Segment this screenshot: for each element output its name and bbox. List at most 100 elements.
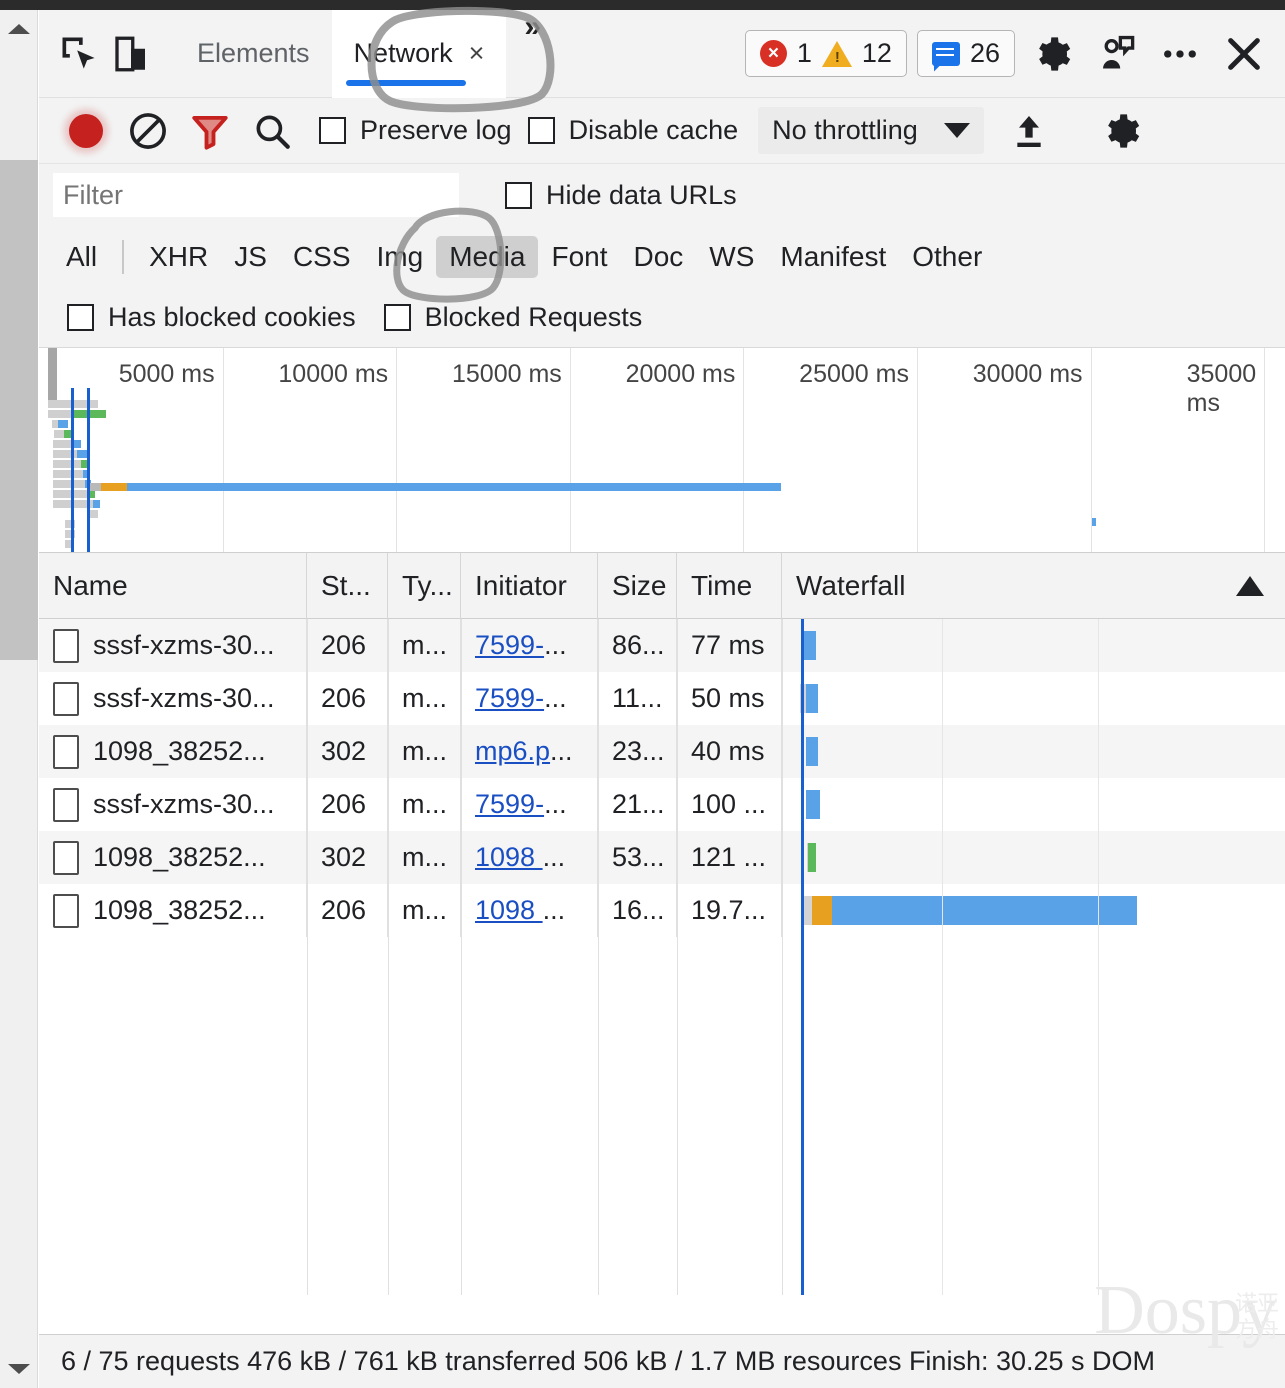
issues-badge[interactable]: × 1 12 bbox=[744, 30, 907, 77]
filter-chip-ws[interactable]: WS bbox=[696, 236, 767, 278]
import-har-icon[interactable] bbox=[998, 100, 1060, 162]
preserve-log-box[interactable] bbox=[319, 117, 346, 144]
overview-bar-segment bbox=[74, 410, 106, 418]
tab-list: Elements Network × » bbox=[175, 9, 559, 98]
overview-tick-label: 20000 ms bbox=[625, 360, 736, 388]
filter-button[interactable] bbox=[179, 100, 241, 162]
filter-chip-manifest[interactable]: Manifest bbox=[767, 236, 899, 278]
media-file-icon bbox=[53, 734, 79, 769]
initiator-link[interactable]: 7599- bbox=[475, 789, 544, 819]
network-settings-icon[interactable] bbox=[1090, 100, 1152, 162]
tab-elements-label: Elements bbox=[197, 38, 310, 68]
overview-bar-segment bbox=[53, 460, 81, 468]
blocked-requests-checkbox[interactable]: Blocked Requests bbox=[383, 302, 642, 333]
initiator-link[interactable]: 1098 bbox=[475, 842, 543, 872]
request-name: 1098_38252... bbox=[93, 736, 266, 766]
error-count: 1 bbox=[796, 38, 812, 68]
cell-size: 53... bbox=[598, 831, 677, 884]
column-header-waterfall[interactable]: Waterfall bbox=[782, 553, 1284, 619]
scroll-down-arrow-icon[interactable] bbox=[0, 1350, 38, 1388]
tab-close-icon[interactable]: × bbox=[469, 40, 485, 67]
throttling-select[interactable]: No throttling bbox=[758, 107, 984, 154]
message-count: 26 bbox=[969, 38, 1000, 68]
blocked-requests-box[interactable] bbox=[383, 304, 411, 331]
waterfall-gridline bbox=[1098, 619, 1099, 1295]
tabbar-actions: × 1 12 26 bbox=[744, 27, 1271, 81]
has-blocked-cookies-label: Has blocked cookies bbox=[108, 302, 356, 332]
filter-chip-font[interactable]: Font bbox=[538, 236, 620, 278]
filter-chip-js[interactable]: JS bbox=[221, 236, 280, 278]
waterfall-segment bbox=[812, 896, 832, 925]
disable-cache-box[interactable] bbox=[527, 117, 555, 144]
network-toolbar: Preserve log Disable cache No throttling bbox=[39, 98, 1285, 164]
column-header-initiator[interactable]: Initiator bbox=[461, 553, 598, 619]
cell-initiator: 7599-... bbox=[461, 619, 598, 672]
table-column-divider bbox=[307, 619, 308, 1295]
cell-name: sssf-xzms-30... bbox=[39, 778, 307, 831]
record-button[interactable] bbox=[55, 100, 117, 162]
cell-time: 100 ... bbox=[677, 778, 782, 831]
filter-chip-css[interactable]: CSS bbox=[280, 236, 364, 278]
media-file-icon bbox=[53, 840, 79, 875]
column-header-time[interactable]: Time bbox=[677, 553, 782, 619]
requests-table[interactable]: Name St... Ty... Initiator Size Time Wat… bbox=[39, 553, 1285, 1295]
more-tabs-icon[interactable]: » bbox=[506, 10, 559, 98]
initiator-link[interactable]: 7599- bbox=[475, 683, 544, 713]
has-blocked-cookies-box[interactable] bbox=[67, 304, 94, 331]
dom-content-loaded-marker bbox=[71, 388, 74, 552]
filter-separator bbox=[122, 240, 125, 274]
cell-size: 23... bbox=[598, 725, 677, 778]
filter-chip-img[interactable]: Img bbox=[364, 236, 437, 278]
hide-data-urls-checkbox[interactable]: Hide data URLs bbox=[505, 180, 737, 211]
overview-gridline bbox=[1264, 348, 1266, 552]
overview-bar-segment bbox=[93, 500, 100, 508]
filter-row: Hide data URLs bbox=[39, 164, 1285, 226]
hide-data-urls-box[interactable] bbox=[505, 181, 532, 209]
scroll-up-arrow-icon[interactable] bbox=[0, 10, 38, 48]
cell-initiator: 1098 ... bbox=[461, 884, 598, 937]
overview-gridline bbox=[222, 348, 224, 552]
inspect-element-icon[interactable] bbox=[53, 28, 105, 80]
gear-icon[interactable] bbox=[1025, 27, 1079, 81]
filter-chip-doc[interactable]: Doc bbox=[621, 236, 697, 278]
preserve-log-checkbox[interactable]: Preserve log bbox=[319, 115, 512, 146]
messages-badge[interactable]: 26 bbox=[916, 30, 1015, 77]
cell-type: m... bbox=[388, 672, 461, 725]
cell-status: 302 bbox=[307, 725, 388, 778]
scrollbar-thumb[interactable] bbox=[0, 160, 38, 660]
initiator-link[interactable]: 1098 bbox=[475, 895, 543, 925]
column-header-name[interactable]: Name bbox=[39, 553, 307, 619]
cell-waterfall bbox=[782, 778, 1284, 831]
user-feedback-icon[interactable] bbox=[1089, 27, 1143, 81]
cell-time: 121 ... bbox=[677, 831, 782, 884]
network-overview-timeline[interactable]: 5000 ms 10000 ms 15000 ms 20000 ms 25000 ms 3… bbox=[39, 348, 1285, 553]
cell-waterfall bbox=[782, 831, 1284, 884]
filter-chip-all[interactable]: All bbox=[53, 236, 110, 278]
browser-chrome-edge bbox=[0, 0, 1285, 10]
disable-cache-checkbox[interactable]: Disable cache bbox=[527, 115, 738, 146]
tab-elements[interactable]: Elements bbox=[175, 10, 332, 98]
search-input[interactable] bbox=[53, 173, 459, 217]
sort-ascending-icon[interactable] bbox=[1236, 575, 1264, 596]
page-scrollbar[interactable] bbox=[0, 10, 38, 1388]
waterfall-segment bbox=[832, 896, 1137, 925]
initiator-link[interactable]: 7599- bbox=[475, 630, 544, 660]
column-header-type[interactable]: Ty... bbox=[388, 553, 461, 619]
tab-network[interactable]: Network × bbox=[331, 9, 507, 98]
column-header-status[interactable]: St... bbox=[307, 553, 388, 619]
has-blocked-cookies-checkbox[interactable]: Has blocked cookies bbox=[67, 302, 356, 333]
filter-chip-xhr[interactable]: XHR bbox=[136, 236, 221, 278]
overview-bar-segment bbox=[1092, 518, 1096, 526]
media-file-icon bbox=[53, 787, 79, 822]
initiator-link[interactable]: mp6.p bbox=[475, 736, 550, 766]
device-toolbar-icon[interactable] bbox=[105, 28, 157, 80]
close-icon[interactable] bbox=[1217, 27, 1271, 81]
more-options-icon[interactable] bbox=[1153, 27, 1207, 81]
warning-count: 12 bbox=[861, 38, 892, 68]
column-header-size[interactable]: Size bbox=[598, 553, 677, 619]
waterfall-segment bbox=[808, 843, 816, 872]
filter-chip-media[interactable]: Media bbox=[436, 236, 539, 278]
filter-chip-other[interactable]: Other bbox=[899, 236, 995, 278]
clear-button[interactable] bbox=[117, 100, 179, 162]
search-button[interactable] bbox=[241, 100, 303, 162]
